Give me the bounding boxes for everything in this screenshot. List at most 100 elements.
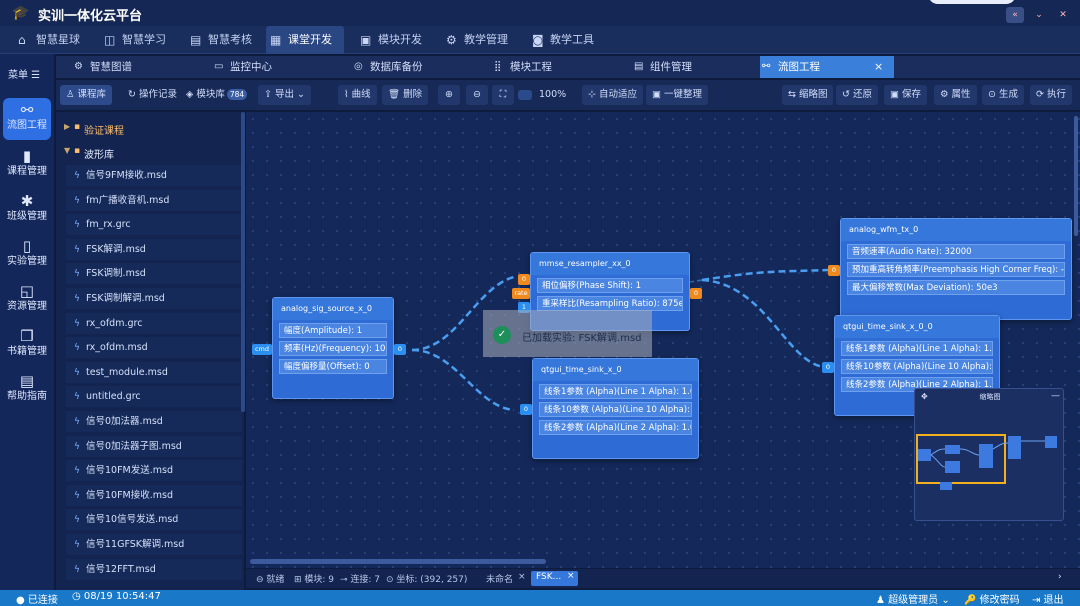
input-port[interactable]: 0	[518, 274, 530, 285]
tree-folder-waveform[interactable]: ▼ ▪ 波形库	[64, 146, 114, 161]
menu-toggle[interactable]: 菜单 ☰	[8, 66, 40, 81]
nav-item-smart-planet[interactable]: ⌂ 智慧星球	[14, 26, 98, 54]
tree-file-item[interactable]: ϟ 信号11GFSK解调.msd	[66, 534, 242, 556]
sidebar-item-course-mgmt[interactable]: ▮ 课程管理	[3, 144, 51, 186]
sidebar-item-lab-mgmt[interactable]: ▯ 实验管理	[3, 234, 51, 276]
curve-button[interactable]: ⌇ 曲线	[338, 85, 377, 105]
tree-scrollbar[interactable]	[241, 112, 245, 412]
sidebar-item-help[interactable]: ▤ 帮助指南	[3, 369, 51, 411]
chevron-down-icon[interactable]: ⌄	[1030, 7, 1048, 23]
wire[interactable]	[701, 268, 829, 282]
wire[interactable]	[411, 348, 515, 412]
tree-file-item[interactable]: ϟ 信号10信号发送.msd	[66, 509, 242, 532]
node-qtgui-time-sink[interactable]: qtgui_time_sink_x_0 线条1参数 (Alpha)(Line 1…	[532, 358, 699, 459]
node-param[interactable]: 线条2参数 (Alpha)(Line 2 Alpha): 1.0	[539, 420, 692, 435]
tab-flow-project[interactable]: ⚯ 流图工程 ×	[760, 56, 894, 78]
tree-file-item[interactable]: ϟ untitled.grc	[66, 386, 242, 409]
tab-scroll-right-icon[interactable]: ›	[1058, 572, 1062, 582]
input-port[interactable]: 0	[828, 265, 840, 276]
minimap[interactable]: ✥ 缩略图 —	[914, 388, 1064, 521]
tree-file-item[interactable]: ϟ FSK调制解调.msd	[66, 288, 242, 310]
node-param[interactable]: 频率(Hz)(Frequency): 1000	[279, 341, 387, 356]
node-param[interactable]: 线条10参数 (Alpha)(Line 10 Alpha): 1.0	[539, 402, 692, 417]
user-pill[interactable]	[928, 0, 1016, 4]
nav-item-module-dev[interactable]: ▣ 模块开发	[356, 26, 440, 54]
tab-module-project[interactable]: ⣿ 模块工程	[492, 56, 622, 78]
nav-item-course-dev[interactable]: ▦ 课堂开发	[266, 26, 344, 54]
tree-file-item[interactable]: ϟ FSK调制.msd	[66, 263, 242, 286]
node-param[interactable]: 预加重高转角频率(Preemphasis High Corner Freq): …	[847, 262, 1065, 277]
tab-db-backup[interactable]: ◎ 数据库备份	[352, 56, 482, 78]
tree-file-item[interactable]: ϟ test_module.msd	[66, 361, 242, 384]
node-param[interactable]: 幅度偏移量(Offset): 0	[279, 359, 387, 374]
tree-file-item[interactable]: ϟ 信号0加法器.msd	[66, 411, 242, 433]
input-port[interactable]: 0	[520, 404, 532, 415]
sidebar-item-flow-project[interactable]: ⚯ 流图工程	[3, 98, 51, 140]
node-param[interactable]: 线条1参数 (Alpha)(Line 1 Alpha): 1.0	[539, 384, 692, 399]
sidebar-item-book-mgmt[interactable]: ❒ 书籍管理	[3, 324, 51, 366]
arrange-button[interactable]: ▣ 一键整理	[646, 85, 708, 105]
doc-tab-unnamed[interactable]: 未命名	[486, 572, 513, 585]
node-param[interactable]: 线条10参数 (Alpha)(Line 10 Alpha): 1.0	[841, 359, 993, 374]
doc-tab-close-icon[interactable]: ×	[518, 572, 526, 582]
nav-item-teaching-tools[interactable]: ◙ 教学工具	[528, 26, 612, 54]
nav-item-teaching-mgmt[interactable]: ⚙ 教学管理	[442, 26, 526, 54]
zoom-slider[interactable]	[518, 90, 532, 100]
course-lib-button[interactable]: ♙ 课程库	[60, 85, 113, 105]
canvas-vertical-scrollbar[interactable]	[1074, 116, 1078, 236]
logout-link[interactable]: ⇥ 退出	[1032, 591, 1064, 606]
module-lib-button[interactable]: ◈ 模块库 784	[180, 85, 253, 105]
close-icon[interactable]: ✕	[1054, 7, 1072, 23]
history-button[interactable]: ↻ 操作记录	[122, 85, 183, 105]
properties-button[interactable]: ⚙ 属性	[934, 85, 977, 105]
sidebar-item-resource-mgmt[interactable]: ◱ 资源管理	[3, 279, 51, 321]
node-param[interactable]: 音频速率(Audio Rate): 32000	[847, 244, 1065, 259]
zoom-out-icon[interactable]: ⊖	[466, 85, 488, 105]
tree-file-item[interactable]: ϟ 信号12FFT.msd	[66, 558, 242, 581]
tab-monitor-center[interactable]: ▭ 监控中心	[212, 56, 342, 78]
export-button[interactable]: ⇪ 导出 ⌄	[258, 85, 311, 105]
tree-file-item[interactable]: ϟ fm广播收音机.msd	[66, 189, 242, 212]
tree-file-item[interactable]: ϟ fm_rx.grc	[66, 214, 242, 237]
canvas-horizontal-scrollbar[interactable]	[250, 559, 546, 564]
user-role-menu[interactable]: ♟ 超级管理员 ⌄	[876, 591, 950, 606]
tree-file-item[interactable]: ϟ rx_ofdm.msd	[66, 337, 242, 360]
sidebar-item-class-mgmt[interactable]: ✱ 班级管理	[3, 189, 51, 231]
tree-file-item[interactable]: ϟ 信号9FM接收.msd	[66, 165, 242, 187]
nav-item-smart-learning[interactable]: ◫ 智慧学习	[100, 26, 184, 54]
zoom-in-icon[interactable]: ⊕	[438, 85, 460, 105]
node-analog-sig-source[interactable]: analog_sig_source_x_0 幅度(Amplitude): 1 频…	[272, 297, 394, 399]
input-port[interactable]: 0	[822, 362, 834, 373]
output-port[interactable]: 0	[394, 344, 406, 355]
doc-tab-close-icon[interactable]: ×	[567, 571, 575, 581]
node-param[interactable]: 线条1参数 (Alpha)(Line 1 Alpha): 1.0	[841, 341, 993, 356]
tree-file-item[interactable]: ϟ 信号10FM发送.msd	[66, 460, 242, 483]
tree-file-item[interactable]: ϟ 信号10FM接收.msd	[66, 484, 242, 507]
restore-button[interactable]: ↺ 还原	[836, 85, 878, 105]
node-param[interactable]: 最大偏移常数(Max Deviation): 50e3	[847, 280, 1065, 295]
tree-folder-verify[interactable]: ▶ ▪ 验证课程	[64, 122, 124, 137]
thumbnail-button[interactable]: ⇆ 缩略图	[782, 85, 834, 105]
generate-button[interactable]: ⊙ 生成	[982, 85, 1024, 105]
node-param[interactable]: 幅度(Amplitude): 1	[279, 323, 387, 338]
tab-close-icon[interactable]: ×	[874, 56, 883, 78]
delete-button[interactable]: 🗑 删除	[382, 85, 429, 105]
tree-file-item[interactable]: ϟ 信号0加法器子图.msd	[66, 435, 242, 458]
tree-file-item[interactable]: ϟ FSK解调.msd	[66, 238, 242, 261]
node-param[interactable]: 相位偏移(Phase Shift): 1	[537, 278, 683, 293]
tree-file-item[interactable]: ϟ rx_ofdm.grc	[66, 312, 242, 335]
collapse-left-icon[interactable]: «	[1006, 7, 1024, 23]
input-port-rate[interactable]: rate	[512, 288, 530, 299]
doc-tab-fsk[interactable]: FSK... ×	[531, 571, 578, 586]
auto-fit-button[interactable]: ⊹ 自动适应	[582, 85, 643, 105]
wire[interactable]	[701, 278, 825, 369]
nav-item-smart-exam[interactable]: ▤ 智慧考核	[186, 26, 270, 54]
input-port[interactable]: cmd	[252, 344, 272, 355]
fullscreen-icon[interactable]: ⛶	[492, 85, 514, 105]
output-port[interactable]: 0	[690, 288, 702, 299]
save-button[interactable]: ▣ 保存	[884, 85, 927, 105]
tab-smart-graph[interactable]: ⚙ 智慧图谱	[72, 56, 202, 78]
node-analog-wfm-tx[interactable]: analog_wfm_tx_0 音频速率(Audio Rate): 32000 …	[840, 218, 1072, 320]
tab-component-mgmt[interactable]: ▤ 组件管理	[632, 56, 762, 78]
change-password-link[interactable]: 🔑 修改密码	[964, 591, 1020, 606]
